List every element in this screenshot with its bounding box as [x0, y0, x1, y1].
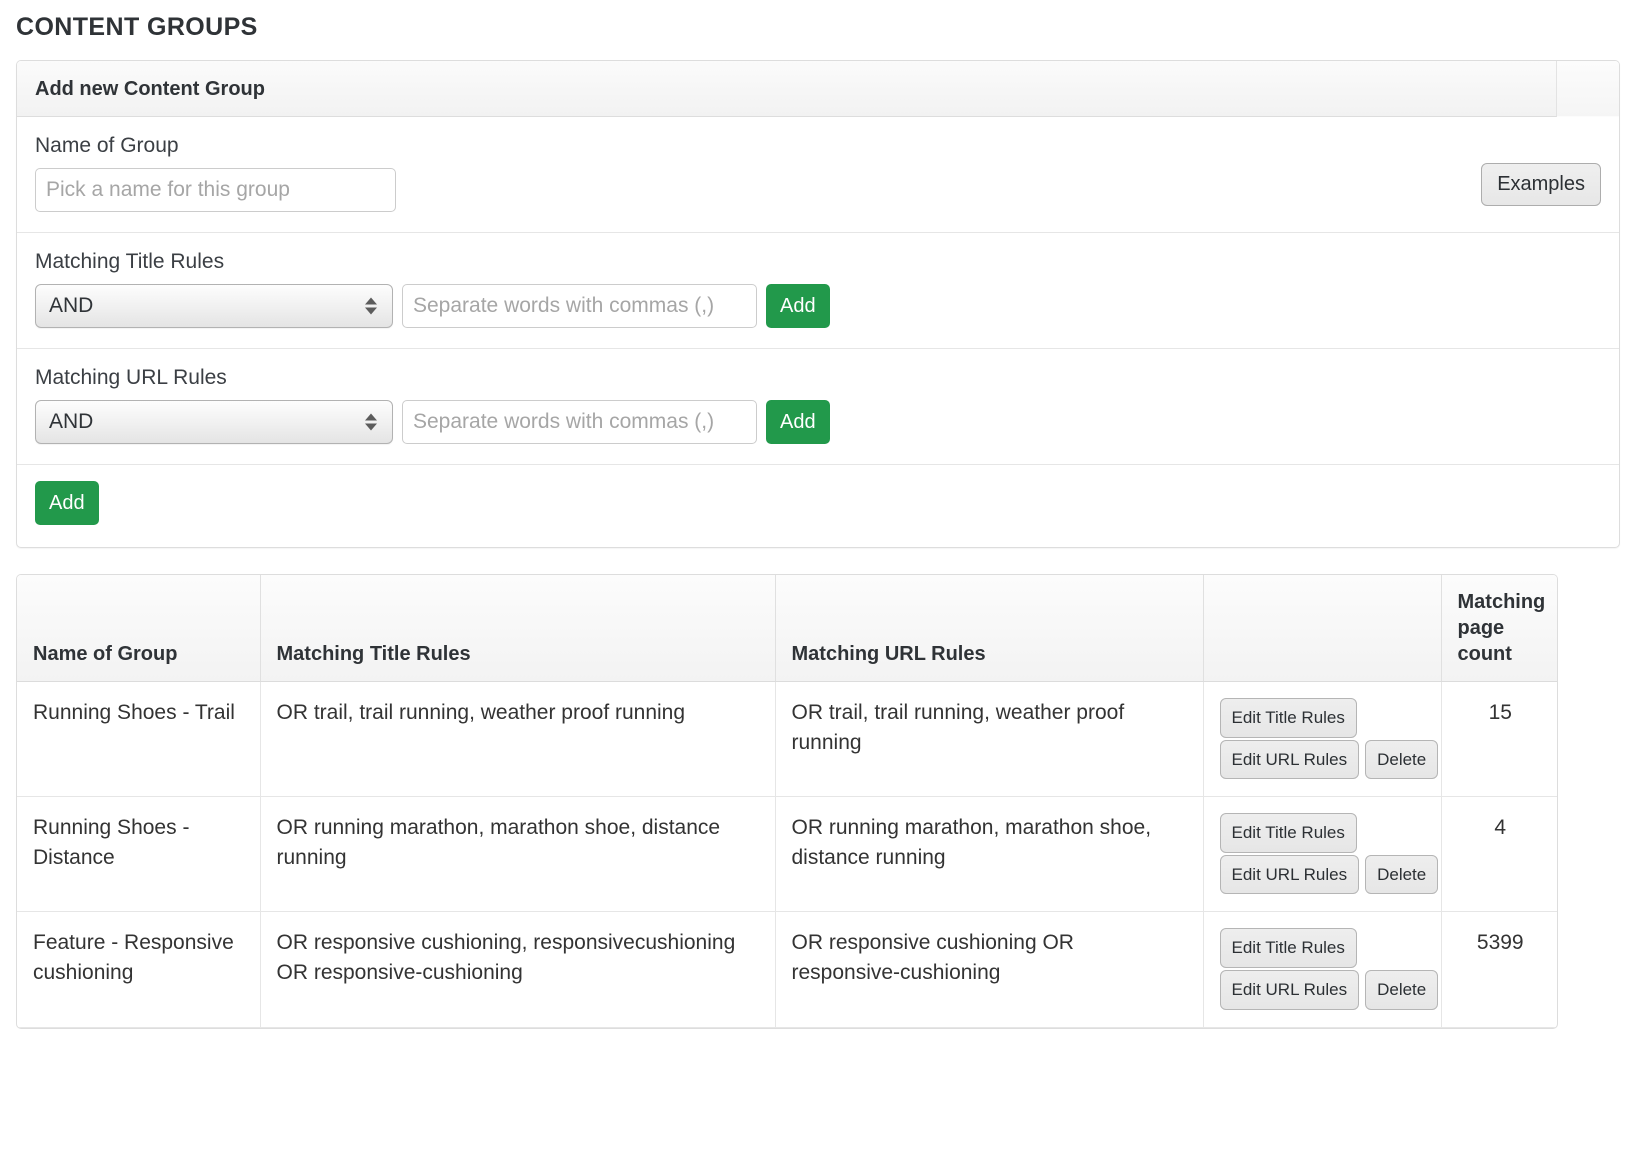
cell-actions: Edit Title Rules Edit URL RulesDelete — [1203, 797, 1441, 912]
cell-url-rules: OR responsive cushioning OR responsive-c… — [775, 912, 1203, 1027]
cell-url-rules: OR trail, trail running, weather proof r… — [775, 682, 1203, 797]
page-title: CONTENT GROUPS — [16, 14, 1620, 42]
matching-title-rules-label: Matching Title Rules — [35, 249, 1601, 275]
action-row-bottom: Edit URL RulesDelete — [1220, 740, 1425, 781]
cell-title-rules: OR responsive cushioning, responsivecush… — [260, 912, 775, 1027]
delete-button[interactable]: Delete — [1365, 855, 1438, 895]
name-of-group-label: Name of Group — [35, 133, 1601, 159]
edit-url-rules-button[interactable]: Edit URL Rules — [1220, 855, 1360, 895]
edit-url-rules-button[interactable]: Edit URL Rules — [1220, 970, 1360, 1010]
add-content-group-panel: Add new Content Group Name of Group Exam… — [16, 60, 1620, 549]
matching-url-rules-label: Matching URL Rules — [35, 365, 1601, 391]
title-rules-controls: AND Add — [35, 284, 1601, 328]
column-header-name: Name of Group — [17, 575, 260, 682]
column-header-title-rules: Matching Title Rules — [260, 575, 775, 682]
action-row-top: Edit Title Rules — [1220, 698, 1425, 739]
action-row-top: Edit Title Rules — [1220, 928, 1425, 969]
edit-title-rules-button[interactable]: Edit Title Rules — [1220, 928, 1357, 968]
content-groups-table: Name of Group Matching Title Rules Match… — [17, 575, 1558, 1027]
cell-actions: Edit Title Rules Edit URL RulesDelete — [1203, 912, 1441, 1027]
title-rules-operator-value[interactable]: AND — [35, 284, 393, 328]
edit-title-rules-button[interactable]: Edit Title Rules — [1220, 698, 1357, 738]
table-row: Feature - Responsive cushioning OR respo… — [17, 912, 1558, 1027]
name-of-group-section: Name of Group Examples — [17, 117, 1619, 233]
url-rules-add-button[interactable]: Add — [766, 400, 830, 444]
column-header-actions — [1203, 575, 1441, 682]
delete-button[interactable]: Delete — [1365, 970, 1438, 1010]
url-rules-words-input[interactable] — [402, 400, 757, 444]
cell-url-rules: OR running marathon, marathon shoe, dist… — [775, 797, 1203, 912]
action-row-top: Edit Title Rules — [1220, 813, 1425, 854]
table-header-row: Name of Group Matching Title Rules Match… — [17, 575, 1558, 682]
add-content-group-button[interactable]: Add — [35, 481, 99, 525]
table-head: Name of Group Matching Title Rules Match… — [17, 575, 1558, 682]
submit-section: Add — [17, 465, 1619, 547]
url-rules-operator-select[interactable]: AND — [35, 400, 393, 444]
edit-url-rules-button[interactable]: Edit URL Rules — [1220, 740, 1360, 780]
panel-heading: Add new Content Group — [17, 61, 1619, 117]
table-row: Running Shoes - Distance OR running mara… — [17, 797, 1558, 912]
column-header-url-rules: Matching URL Rules — [775, 575, 1203, 682]
cell-matching-page-count: 4 — [1441, 797, 1558, 912]
cell-group-name: Feature - Responsive cushioning — [17, 912, 260, 1027]
action-row-bottom: Edit URL RulesDelete — [1220, 855, 1425, 896]
url-rules-operator-value[interactable]: AND — [35, 400, 393, 444]
cell-title-rules: OR running marathon, marathon shoe, dist… — [260, 797, 775, 912]
cell-group-name: Running Shoes - Distance — [17, 797, 260, 912]
panel-body: Name of Group Examples Matching Title Ru… — [17, 117, 1619, 548]
cell-matching-page-count: 5399 — [1441, 912, 1558, 1027]
cell-actions: Edit Title Rules Edit URL RulesDelete — [1203, 682, 1441, 797]
panel-heading-title: Add new Content Group — [35, 78, 1601, 100]
title-rules-words-input[interactable] — [402, 284, 757, 328]
group-name-input[interactable] — [35, 168, 396, 212]
examples-button-wrapper: Examples — [1481, 163, 1601, 206]
table-row: Running Shoes - Trail OR trail, trail ru… — [17, 682, 1558, 797]
cell-title-rules: OR trail, trail running, weather proof r… — [260, 682, 775, 797]
delete-button[interactable]: Delete — [1365, 740, 1438, 780]
edit-title-rules-button[interactable]: Edit Title Rules — [1220, 813, 1357, 853]
title-rules-add-button[interactable]: Add — [766, 284, 830, 328]
title-rules-operator-select[interactable]: AND — [35, 284, 393, 328]
matching-title-rules-section: Matching Title Rules AND Add — [17, 233, 1619, 349]
cell-matching-page-count: 15 — [1441, 682, 1558, 797]
content-groups-table-wrapper: Name of Group Matching Title Rules Match… — [16, 574, 1558, 1028]
content-groups-page: CONTENT GROUPS Add new Content Group Nam… — [0, 0, 1636, 1029]
matching-url-rules-section: Matching URL Rules AND Add — [17, 349, 1619, 465]
cell-group-name: Running Shoes - Trail — [17, 682, 260, 797]
column-header-matching-page-count: Matching page count — [1441, 575, 1558, 682]
action-row-bottom: Edit URL RulesDelete — [1220, 970, 1425, 1011]
url-rules-controls: AND Add — [35, 400, 1601, 444]
table-body: Running Shoes - Trail OR trail, trail ru… — [17, 682, 1558, 1027]
examples-button[interactable]: Examples — [1481, 163, 1601, 206]
